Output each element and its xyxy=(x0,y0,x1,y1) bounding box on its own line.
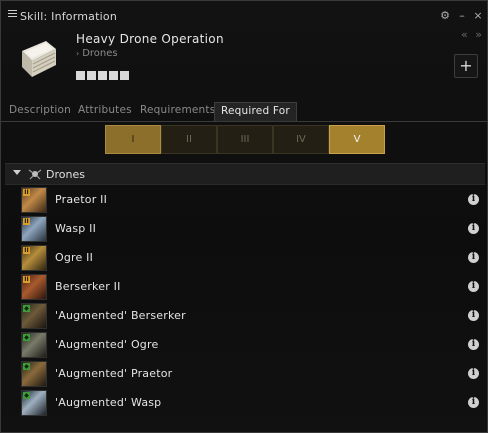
list-item[interactable]: ◆ 'Augmented' Berserker i xyxy=(5,301,485,330)
close-button[interactable]: × xyxy=(472,10,484,22)
list-item[interactable]: ◆ 'Augmented' Ogre i xyxy=(5,330,485,359)
skill-information-window: Skill: Information ⚙ – × Heavy Drone Ope… xyxy=(0,0,488,433)
drone-thumbnail: ◆ xyxy=(21,390,47,416)
info-icon[interactable]: i xyxy=(468,252,479,263)
title-bar[interactable]: Skill: Information ⚙ – × xyxy=(1,1,487,23)
item-name: 'Augmented' Wasp xyxy=(55,396,162,409)
level-button-5[interactable]: V xyxy=(329,125,385,154)
level-button-2[interactable]: II xyxy=(161,125,217,154)
faction-badge-icon: ◆ xyxy=(23,305,30,312)
level-box xyxy=(87,71,96,80)
drone-thumbnail: II xyxy=(21,187,47,213)
level-box xyxy=(109,71,118,80)
info-icon[interactable]: i xyxy=(468,310,479,321)
level-box xyxy=(120,71,129,80)
drone-thumbnail: ◆ xyxy=(21,332,47,358)
level-button-4[interactable]: IV xyxy=(273,125,329,154)
item-name: Ogre II xyxy=(55,251,94,264)
level-button-3[interactable]: III xyxy=(217,125,273,154)
list-item[interactable]: ◆ 'Augmented' Wasp i xyxy=(5,388,485,417)
level-box xyxy=(98,71,107,80)
minimize-button[interactable]: – xyxy=(456,10,468,22)
history-nav-icon[interactable]: « » xyxy=(461,28,484,41)
item-name: 'Augmented' Praetor xyxy=(55,367,173,380)
level-button-1[interactable]: I xyxy=(105,125,161,154)
drone-thumbnail: II xyxy=(21,216,47,242)
item-name: 'Augmented' Berserker xyxy=(55,309,186,322)
level-box xyxy=(76,71,85,80)
chevron-right-icon: › xyxy=(76,49,80,58)
tech2-badge-icon: II xyxy=(23,276,30,283)
required-for-list: Drones II Praetor II i II Wasp II i II O… xyxy=(5,163,485,431)
skill-level-indicator xyxy=(76,71,131,81)
tab-description[interactable]: Description xyxy=(9,102,71,120)
info-icon[interactable]: i xyxy=(468,194,479,205)
item-name: 'Augmented' Ogre xyxy=(55,338,159,351)
skill-name: Heavy Drone Operation xyxy=(76,32,224,46)
info-icon[interactable]: i xyxy=(468,397,479,408)
info-icon[interactable]: i xyxy=(468,339,479,350)
tab-required-for[interactable]: Required For xyxy=(214,102,297,121)
skillbook-icon xyxy=(22,41,56,77)
item-name: Wasp II xyxy=(55,222,97,235)
tech2-badge-icon: II xyxy=(23,247,30,254)
list-item[interactable]: ◆ 'Augmented' Praetor i xyxy=(5,359,485,388)
list-item[interactable]: II Berserker II i xyxy=(5,272,485,301)
settings-icon[interactable]: ⚙ xyxy=(439,10,451,22)
list-item[interactable]: II Wasp II i xyxy=(5,214,485,243)
faction-badge-icon: ◆ xyxy=(23,334,30,341)
tab-bar: Description Attributes Requirements Requ… xyxy=(1,99,487,122)
skill-group-label: Drones xyxy=(82,48,118,59)
group-header-drones[interactable]: Drones xyxy=(5,163,485,185)
window-menu-icon[interactable] xyxy=(8,10,17,17)
info-icon[interactable]: i xyxy=(468,281,479,292)
faction-badge-icon: ◆ xyxy=(23,392,30,399)
drone-thumbnail: II xyxy=(21,274,47,300)
tech2-badge-icon: II xyxy=(23,189,30,196)
info-icon[interactable]: i xyxy=(468,368,479,379)
drone-group-icon xyxy=(28,169,42,180)
list-item[interactable]: II Ogre II i xyxy=(5,243,485,272)
tech2-badge-icon: II xyxy=(23,218,30,225)
item-name: Praetor II xyxy=(55,193,108,206)
group-label: Drones xyxy=(46,168,85,181)
faction-badge-icon: ◆ xyxy=(23,363,30,370)
info-icon[interactable]: i xyxy=(468,223,479,234)
tab-requirements[interactable]: Requirements xyxy=(140,102,215,120)
drone-thumbnail: ◆ xyxy=(21,303,47,329)
level-selector: I II III IV V xyxy=(105,125,385,154)
drone-thumbnail: ◆ xyxy=(21,361,47,387)
window-title: Skill: Information xyxy=(20,10,117,23)
skill-group[interactable]: › Drones xyxy=(76,48,118,59)
drone-thumbnail: II xyxy=(21,245,47,271)
tab-attributes[interactable]: Attributes xyxy=(78,102,132,120)
item-name: Berserker II xyxy=(55,280,121,293)
add-button[interactable]: + xyxy=(454,54,478,78)
caret-down-icon[interactable] xyxy=(13,170,21,175)
list-item[interactable]: II Praetor II i xyxy=(5,185,485,214)
